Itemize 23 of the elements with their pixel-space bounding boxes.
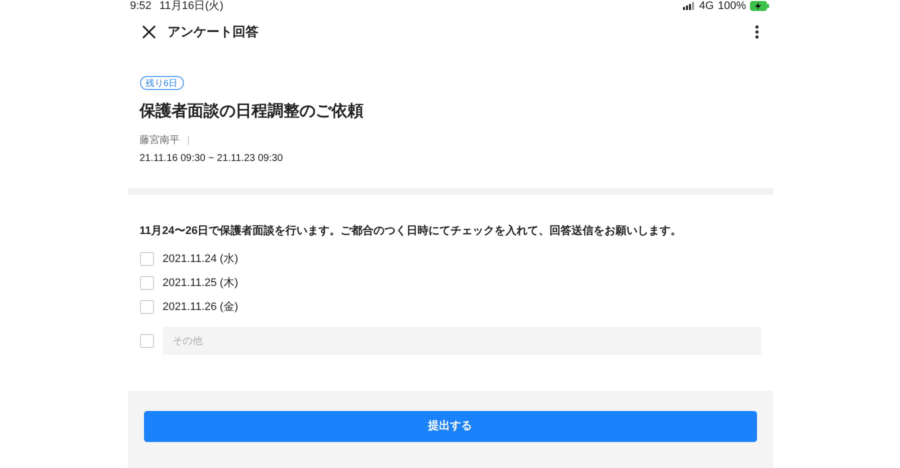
status-time: 9:52 xyxy=(130,0,152,14)
page-title: アンケート回答 xyxy=(168,23,258,42)
author-name: 藤宮南平 xyxy=(140,134,180,148)
checkbox[interactable] xyxy=(140,334,154,348)
checkbox[interactable] xyxy=(140,276,154,290)
remaining-days-badge: 残り6日 xyxy=(140,76,184,90)
survey-title: 保護者面談の日程調整のご依頼 xyxy=(140,101,364,122)
status-date: 11月16日(火) xyxy=(159,0,224,14)
submit-button[interactable]: 提出する xyxy=(144,411,756,442)
option-label: 2021.11.25 (木) xyxy=(162,276,238,291)
battery-label: 100% xyxy=(718,0,746,14)
option-label: 2021.11.26 (金) xyxy=(162,300,238,315)
checkbox[interactable] xyxy=(140,252,154,266)
close-icon[interactable] xyxy=(142,25,156,39)
more-icon[interactable] xyxy=(754,25,758,39)
response-period: 21.11.16 09:30 ~ 21.11.23 09:30 xyxy=(140,152,284,166)
other-input-field[interactable]: その他 xyxy=(162,327,760,355)
network-label: 4G xyxy=(699,0,714,14)
signal-icon xyxy=(683,2,696,10)
battery-icon xyxy=(750,1,770,11)
question-text: 11月24〜26日で保護者面談を行います。ご都合のつく日時にてチェックを入れて、回答送信をお願いします。 xyxy=(140,224,683,239)
option-label: 2021.11.24 (水) xyxy=(162,252,238,267)
checkbox[interactable] xyxy=(140,300,154,314)
